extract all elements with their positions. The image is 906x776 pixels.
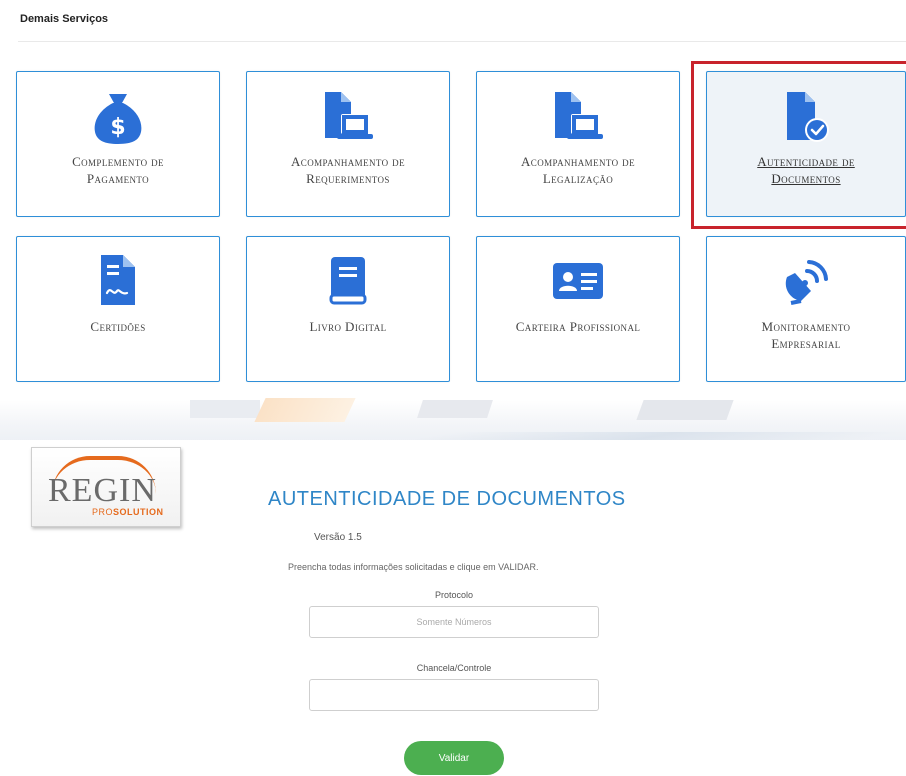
banner-shape [190,400,260,418]
card-label: Certidões [90,319,146,334]
protocol-input[interactable] [309,606,599,638]
card-label: Acompanhamento de Legalização [521,154,635,186]
section-title: Demais Serviços [20,13,109,25]
satellite-dish-icon [776,250,836,310]
book-icon [318,250,378,310]
service-card-acompanhamento-requerimentos[interactable]: Acompanhamento de Requerimentos [246,71,450,217]
logo-subtitle-b: SOLUTION [113,507,164,517]
card-label: Acompanhamento de Requerimentos [291,154,405,186]
logo-subtitle: PROSOLUTION [92,507,164,517]
chancela-input[interactable] [309,679,599,711]
service-card-livro-digital[interactable]: Livro Digital [246,236,450,382]
certificate-icon [88,250,148,310]
instructions-text: Preencha todas informações solicitadas e… [288,562,539,572]
card-label: Monitoramento Empresarial [761,319,851,351]
banner-shape [417,400,493,418]
svg-text:$: $ [110,115,125,140]
logo-text: REGIN [48,472,157,509]
chancela-label: Chancela/Controle [416,663,492,673]
protocol-label: Protocolo [434,590,474,600]
document-laptop-icon [318,87,378,147]
card-label: Autenticidade de Documentos [757,154,855,186]
form-title: AUTENTICIDADE DE DOCUMENTOS [268,488,626,510]
service-card-monitoramento-empresarial[interactable]: Monitoramento Empresarial [706,236,906,382]
money-bag-icon: $ [88,87,148,147]
regin-logo: REGIN PROSOLUTION [31,447,181,527]
service-card-autenticidade-documentos[interactable]: Autenticidade de Documentos [706,71,906,217]
card-label: Carteira Profissional [515,319,641,334]
banner-shape [636,400,734,420]
validate-button[interactable]: Validar [404,741,504,775]
document-check-icon [776,87,836,147]
id-card-icon [548,250,608,310]
version-text: Versão 1.5 [314,532,362,543]
card-label: Complemento de Pagamento [72,154,164,186]
service-card-carteira-profissional[interactable]: Carteira Profissional [476,236,680,382]
banner-shape [254,398,356,422]
service-card-certidoes[interactable]: Certidões [16,236,220,382]
logo-subtitle-a: PRO [92,507,114,517]
service-card-complemento-pagamento[interactable]: $ Complemento de Pagamento [16,71,220,217]
divider [18,41,906,42]
service-card-acompanhamento-legalizacao[interactable]: Acompanhamento de Legalização [476,71,680,217]
document-laptop-icon [548,87,608,147]
card-label: Livro Digital [309,319,387,334]
